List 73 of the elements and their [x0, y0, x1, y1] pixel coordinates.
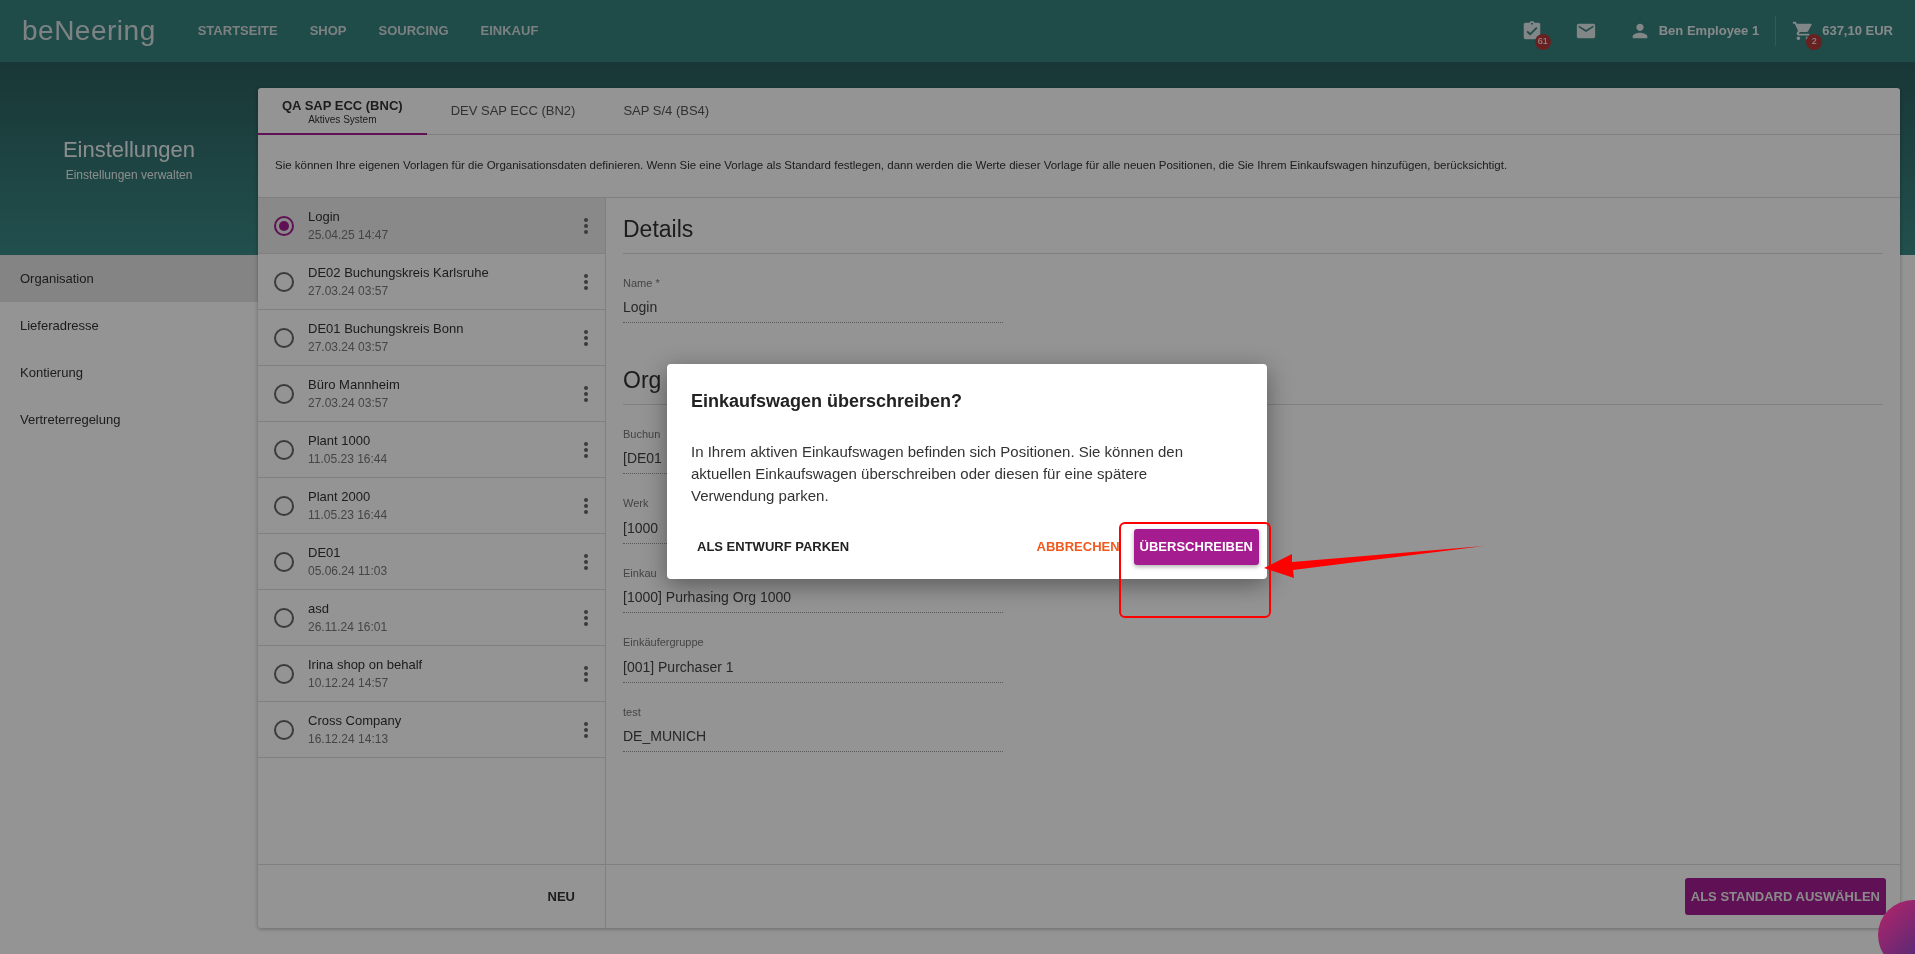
template-item[interactable]: DE01 Buchungskreis Bonn 27.03.24 03:57: [258, 310, 605, 366]
cart-icon[interactable]: [1792, 20, 1815, 42]
cart-total[interactable]: 637,10 EUR: [1822, 21, 1893, 41]
template-name: Login: [308, 207, 341, 226]
radio-button[interactable]: [274, 607, 294, 628]
page-subtitle: Einstellungen verwalten: [65, 167, 193, 184]
more-options-icon[interactable]: [583, 272, 589, 291]
input-field[interactable]: Einkäufergruppe [001] Purchaser 1: [623, 626, 1003, 683]
template-name: asd: [308, 599, 330, 618]
template-item[interactable]: DE02 Buchungskreis Karlsruhe 27.03.24 03:57: [258, 254, 605, 310]
more-options-icon[interactable]: [583, 328, 589, 347]
template-date: 27.03.24 03:57: [308, 395, 390, 413]
template-item[interactable]: asd 26.11.24 16:01: [258, 590, 605, 646]
template-date: 27.03.24 03:57: [308, 339, 390, 357]
template-date: 16.12.24 14:13: [308, 731, 390, 749]
overwrite-button[interactable]: ÜBERSCHREIBEN: [1133, 529, 1259, 565]
radio-button[interactable]: [274, 495, 294, 516]
description-text: Sie können Ihre eigenen Vorlagen für die Organisationsdaten definieren. Wenn Sie eine Vorlage als Standard festlegen, dann werden die Werte dieser Vorlage für alle neuen Positionen, die Sie Ihrem Einkaufswagen hinzufügen, berücksichtigt.: [275, 158, 1508, 174]
page-title: Einstellungen: [62, 136, 196, 164]
sidebar-item[interactable]: Organisation: [0, 255, 258, 302]
template-item[interactable]: Plant 1000 11.05.23 16:44: [258, 422, 605, 478]
template-name: Cross Company: [308, 711, 403, 730]
more-options-icon[interactable]: [583, 384, 589, 403]
template-date: 05.06.24 11:03: [308, 563, 389, 581]
radio-button[interactable]: [274, 719, 294, 740]
new-button[interactable]: NEU: [541, 885, 581, 908]
template-item[interactable]: DE01 05.06.24 11:03: [258, 534, 605, 590]
sidebar-item[interactable]: Vertreterregelung: [0, 396, 258, 443]
radio-button[interactable]: [274, 551, 294, 572]
template-date: 25.04.25 14:47: [308, 227, 390, 245]
radio-button[interactable]: [274, 215, 294, 236]
more-options-icon[interactable]: [583, 552, 589, 571]
sidebar-item[interactable]: Lieferadresse: [0, 302, 258, 349]
template-item[interactable]: Plant 2000 11.05.23 16:44: [258, 478, 605, 534]
template-name: DE01: [308, 543, 342, 562]
cart-badge: 2: [1806, 34, 1823, 50]
system-tab[interactable]: DEV SAP ECC (BN2): [426, 88, 600, 135]
radio-button[interactable]: [274, 327, 294, 348]
sidebar-item[interactable]: Kontierung: [0, 349, 258, 396]
system-tab[interactable]: SAP S/4 (BS4): [599, 88, 734, 135]
template-item[interactable]: Login 25.04.25 14:47: [258, 198, 605, 254]
template-name: Plant 2000: [308, 487, 372, 506]
set-default-button[interactable]: ALS STANDARD AUSWÄHLEN: [1684, 877, 1886, 916]
template-date: 11.05.23 16:44: [308, 451, 389, 469]
more-options-icon[interactable]: [583, 720, 589, 739]
template-item[interactable]: Irina shop on behalf 10.12.24 14:57: [258, 646, 605, 702]
radio-button[interactable]: [274, 439, 294, 460]
more-options-icon[interactable]: [583, 664, 589, 683]
template-date: 11.05.23 16:44: [308, 507, 389, 525]
template-name: DE02 Buchungskreis Karlsruhe: [308, 263, 490, 282]
user-name[interactable]: Ben Employee 1: [1658, 21, 1760, 41]
template-date: 26.11.24 16:01: [308, 619, 389, 637]
radio-button[interactable]: [274, 383, 294, 404]
dialog-text: In Ihrem aktiven Einkaufswagen befinden sich Positionen. Sie können den aktuellen Einkaufswagen überschreiben oder diesen für eine spätere Verwendung parken.: [691, 442, 1184, 506]
template-name: Büro Mannheim: [308, 375, 401, 394]
template-name: Plant 1000: [308, 431, 372, 450]
input-field[interactable]: test DE_MUNICH: [623, 695, 1003, 752]
template-name: DE01 Buchungskreis Bonn: [308, 319, 465, 338]
notification-badge: 61: [1534, 34, 1551, 50]
input-field[interactable]: Name * Login: [623, 266, 1003, 323]
template-name: Irina shop on behalf: [308, 655, 424, 674]
template-date: 27.03.24 03:57: [308, 283, 390, 301]
template-date: 10.12.24 14:57: [308, 675, 390, 693]
details-heading: Details: [623, 198, 1883, 254]
more-options-icon[interactable]: [583, 496, 589, 515]
more-options-icon[interactable]: [583, 216, 589, 235]
template-item[interactable]: Cross Company 16.12.24 14:13: [258, 702, 605, 758]
template-item[interactable]: Büro Mannheim 27.03.24 03:57: [258, 366, 605, 422]
more-options-icon[interactable]: [583, 440, 589, 459]
radio-button[interactable]: [274, 663, 294, 684]
system-tab[interactable]: QA SAP ECC (BNC) Aktives System: [258, 88, 427, 135]
radio-button[interactable]: [274, 271, 294, 292]
more-options-icon[interactable]: [583, 608, 589, 627]
